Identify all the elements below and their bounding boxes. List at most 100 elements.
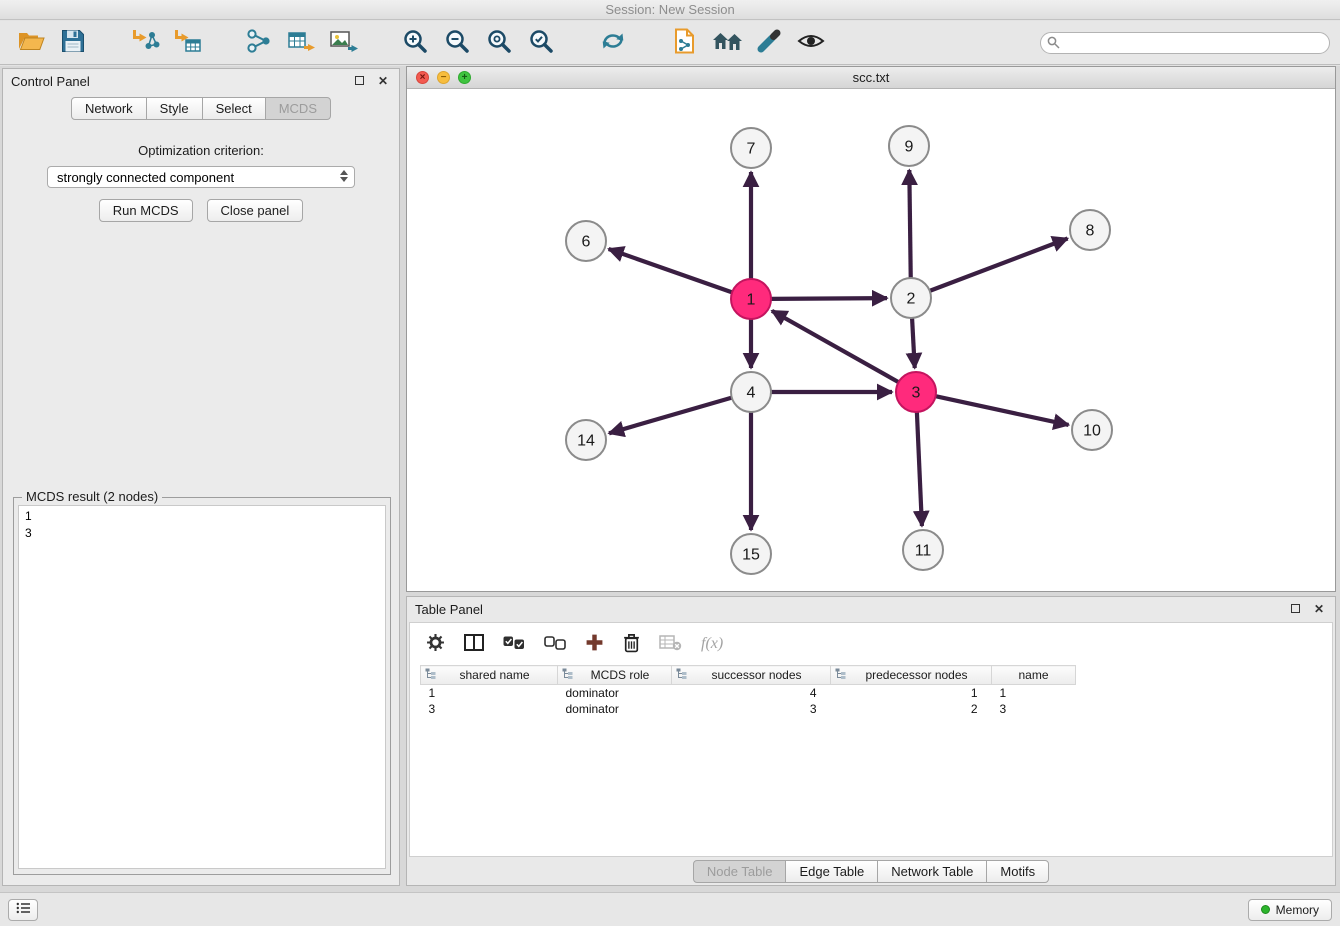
zoom-fit-button[interactable] bbox=[478, 24, 520, 62]
table-cell[interactable]: 4 bbox=[672, 685, 831, 701]
table-cell[interactable]: 1 bbox=[831, 685, 992, 701]
graph-node[interactable]: 9 bbox=[889, 126, 929, 166]
graph-node[interactable]: 8 bbox=[1070, 210, 1110, 250]
table-cell[interactable]: dominator bbox=[558, 685, 672, 701]
table-cell[interactable]: 1 bbox=[421, 685, 558, 701]
graph-node[interactable]: 11 bbox=[903, 530, 943, 570]
close-table-panel-button[interactable]: ✕ bbox=[1311, 601, 1327, 617]
export-image-icon bbox=[329, 29, 358, 56]
column-header-predecessor-nodes[interactable]: predecessor nodes bbox=[831, 666, 992, 685]
toggle-columns-button[interactable] bbox=[464, 634, 484, 654]
graph-edge[interactable] bbox=[936, 396, 1069, 425]
checked-boxes-icon bbox=[503, 636, 525, 653]
add-column-button[interactable] bbox=[585, 633, 604, 655]
graph-edge[interactable] bbox=[771, 298, 887, 299]
refresh-button[interactable] bbox=[592, 24, 634, 62]
new-network-button[interactable] bbox=[238, 24, 280, 62]
save-session-button[interactable] bbox=[52, 24, 94, 62]
column-header-shared-name[interactable]: shared name bbox=[421, 666, 558, 685]
graph-node-label: 7 bbox=[747, 141, 756, 158]
export-table-icon bbox=[287, 29, 316, 56]
tab-mcds[interactable]: MCDS bbox=[265, 97, 331, 120]
table-cell[interactable]: 3 bbox=[421, 701, 558, 717]
export-image-button[interactable] bbox=[322, 24, 364, 62]
window-title: Session: New Session bbox=[605, 2, 734, 17]
graph-edge[interactable] bbox=[609, 249, 732, 292]
tab-network[interactable]: Network bbox=[71, 97, 147, 120]
graph-edge[interactable] bbox=[930, 239, 1068, 291]
trash-icon bbox=[623, 633, 640, 656]
zoom-out-button[interactable] bbox=[436, 24, 478, 62]
tab-network-table[interactable]: Network Table bbox=[877, 860, 987, 883]
share-document-button[interactable] bbox=[664, 24, 706, 62]
graph-edge[interactable] bbox=[917, 412, 922, 526]
export-table-button[interactable] bbox=[280, 24, 322, 62]
graph-node[interactable]: 14 bbox=[566, 420, 606, 460]
graph-node[interactable]: 4 bbox=[731, 372, 771, 412]
float-panel-button[interactable] bbox=[351, 73, 367, 89]
zoom-in-button[interactable] bbox=[394, 24, 436, 62]
mcds-result-title: MCDS result (2 nodes) bbox=[22, 489, 162, 504]
apply-style-button[interactable] bbox=[748, 24, 790, 62]
table-cell[interactable]: 2 bbox=[831, 701, 992, 717]
control-panel-tabs: Network Style Select MCDS bbox=[3, 97, 399, 120]
table-cell[interactable]: 1 bbox=[992, 685, 1076, 701]
table-cell[interactable]: 3 bbox=[672, 701, 831, 717]
delete-column-button[interactable] bbox=[623, 633, 640, 656]
search-input[interactable] bbox=[1040, 32, 1330, 54]
graph-node[interactable]: 6 bbox=[566, 221, 606, 261]
zoom-selected-button[interactable] bbox=[520, 24, 562, 62]
table-row[interactable]: 1dominator411 bbox=[421, 685, 1076, 701]
float-table-panel-button[interactable] bbox=[1287, 601, 1303, 617]
table-settings-button[interactable] bbox=[426, 633, 445, 655]
column-header-name[interactable]: name bbox=[992, 666, 1076, 685]
graph-edge[interactable] bbox=[912, 318, 915, 368]
delete-table-button[interactable] bbox=[659, 634, 682, 654]
close-panel-button[interactable]: ✕ bbox=[375, 73, 391, 89]
close-panel-action-button[interactable]: Close panel bbox=[207, 199, 304, 222]
tab-edge-table[interactable]: Edge Table bbox=[785, 860, 878, 883]
minimize-window-button[interactable]: − bbox=[437, 71, 450, 84]
column-header-mcds-role[interactable]: MCDS role bbox=[558, 666, 672, 685]
table-cell[interactable]: 3 bbox=[992, 701, 1076, 717]
memory-label: Memory bbox=[1276, 903, 1319, 917]
graph-node[interactable]: 10 bbox=[1072, 410, 1112, 450]
tab-node-table[interactable]: Node Table bbox=[693, 860, 787, 883]
table-row[interactable]: 3dominator323 bbox=[421, 701, 1076, 717]
graph-node-label: 2 bbox=[907, 291, 916, 308]
import-network-button[interactable] bbox=[124, 24, 166, 62]
criterion-select[interactable]: strongly connected component bbox=[47, 166, 355, 188]
import-network-icon bbox=[131, 29, 160, 57]
table-cell[interactable]: dominator bbox=[558, 701, 672, 717]
maximize-window-button[interactable]: + bbox=[458, 71, 471, 84]
list-icon bbox=[16, 902, 31, 917]
graph-edge[interactable] bbox=[772, 311, 899, 382]
close-window-button[interactable]: × bbox=[416, 71, 429, 84]
column-header-successor-nodes[interactable]: successor nodes bbox=[672, 666, 831, 685]
tab-select[interactable]: Select bbox=[202, 97, 266, 120]
tab-style[interactable]: Style bbox=[146, 97, 203, 120]
run-mcds-button[interactable]: Run MCDS bbox=[99, 199, 193, 222]
graph-node[interactable]: 2 bbox=[891, 278, 931, 318]
network-canvas[interactable]: 7 9 6 8 1 2 4 3 14 10 15 11 bbox=[407, 90, 1335, 591]
table-header-row: shared name MCDS role successor nodes pr… bbox=[421, 666, 1076, 685]
mcds-result-text[interactable]: 1 3 bbox=[18, 505, 386, 869]
task-history-button[interactable] bbox=[8, 899, 38, 921]
show-hide-button[interactable] bbox=[790, 24, 832, 62]
node-table: shared name MCDS role successor nodes pr… bbox=[420, 665, 1076, 717]
select-all-button[interactable] bbox=[503, 636, 525, 653]
tab-motifs[interactable]: Motifs bbox=[986, 860, 1049, 883]
deselect-all-button[interactable] bbox=[544, 636, 566, 653]
graph-edge[interactable] bbox=[609, 398, 732, 434]
function-builder-button[interactable]: f(x) bbox=[701, 635, 723, 653]
graph-node[interactable]: 7 bbox=[731, 128, 771, 168]
import-table-button[interactable] bbox=[166, 24, 208, 62]
memory-button[interactable]: Memory bbox=[1248, 899, 1332, 921]
open-session-button[interactable] bbox=[10, 24, 52, 62]
home-button[interactable] bbox=[706, 24, 748, 62]
sort-icon bbox=[835, 668, 846, 682]
graph-edge[interactable] bbox=[909, 170, 910, 278]
graph-node[interactable]: 3 bbox=[896, 372, 936, 412]
graph-node[interactable]: 15 bbox=[731, 534, 771, 574]
graph-node[interactable]: 1 bbox=[731, 279, 771, 319]
